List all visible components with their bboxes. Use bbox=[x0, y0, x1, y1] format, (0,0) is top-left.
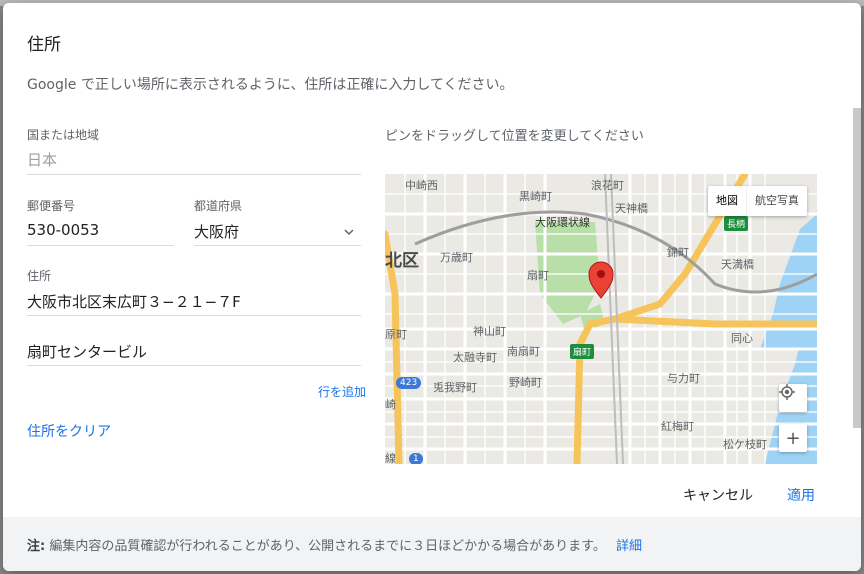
address-line1-field[interactable]: 大阪市北区末広町３−２１−７F bbox=[27, 291, 241, 312]
route-423-badge: 423 bbox=[396, 377, 422, 389]
address-label: 住所 bbox=[27, 269, 52, 283]
route-1-badge: 1 bbox=[409, 453, 423, 464]
map-label-saki: 崎 bbox=[385, 398, 396, 411]
map-label-haramachi: 原町 bbox=[385, 328, 407, 341]
prefecture-underline bbox=[194, 245, 361, 246]
map-view[interactable]: 中崎西 黒崎町 浪花町 天神橋 大阪環状線 長柄 北区 万歳町 扇町 錦町 天満… bbox=[385, 174, 817, 464]
map-label-sen: 線 bbox=[385, 452, 396, 464]
scrollbar[interactable] bbox=[853, 108, 861, 428]
map-label-tenjinbashi: 天神橋 bbox=[615, 202, 648, 215]
map-label-mansaicho: 万歳町 bbox=[440, 251, 473, 264]
address-line1-underline bbox=[27, 315, 361, 316]
postal-label: 郵便番号 bbox=[27, 199, 76, 213]
map-hint: ピンをドラッグして位置を変更してください bbox=[385, 129, 644, 144]
footer-note: 注: 編集内容の品質確認が行われることがあり、公開されるまでに３日ほどかかる場合… bbox=[3, 517, 861, 571]
my-location-button[interactable] bbox=[779, 384, 807, 412]
map-label-ougicho: 扇町 bbox=[527, 269, 549, 282]
map-label-taiyujicho: 太融寺町 bbox=[453, 351, 497, 364]
map-type-control: 地図 航空写真 bbox=[708, 186, 807, 216]
clear-address-link[interactable]: 住所をクリア bbox=[27, 421, 111, 441]
map-label-tenmabashi: 天満橋 bbox=[721, 258, 754, 271]
add-line-link[interactable]: 行を追加 bbox=[318, 383, 366, 400]
map-label-doshin: 同心 bbox=[731, 332, 753, 345]
map-label-namikicho: 浪花町 bbox=[591, 179, 624, 192]
map-label-nakazakinishi: 中崎西 bbox=[405, 179, 438, 192]
postal-underline bbox=[27, 245, 174, 246]
cancel-button[interactable]: キャンセル bbox=[683, 485, 753, 505]
my-location-icon bbox=[779, 384, 795, 400]
prefecture-select[interactable]: 大阪府 bbox=[194, 221, 239, 242]
map-label-minamiougicho: 南扇町 bbox=[507, 345, 540, 358]
country-field[interactable]: 日本 bbox=[27, 149, 57, 170]
map-roads bbox=[385, 174, 817, 464]
footer-note-label: 注: bbox=[27, 539, 46, 554]
footer-text: 注: 編集内容の品質確認が行われることがあり、公開されるまでに３日ほどかかる場合… bbox=[27, 535, 642, 554]
address-line2-field[interactable]: 扇町センタービル bbox=[27, 341, 147, 362]
map-label-nishikicho: 錦町 bbox=[667, 246, 689, 259]
dialog-title: 住所 bbox=[27, 35, 61, 55]
country-underline bbox=[27, 174, 361, 175]
zoom-in-button[interactable]: + bbox=[779, 424, 807, 452]
map-label-yoriki: 与力町 bbox=[667, 372, 700, 385]
address-dialog: 住所 Google で正しい場所に表示されるように、住所は正確に入力してください… bbox=[3, 3, 861, 571]
map-type-map-button[interactable]: 地図 bbox=[708, 186, 746, 216]
footer-note-body: 編集内容の品質確認が行われることがあり、公開されるまでに３日ほどかかる場合があり… bbox=[49, 539, 606, 554]
map-label-kurosakicho: 黒崎町 bbox=[519, 190, 552, 203]
chevron-down-icon[interactable] bbox=[343, 226, 355, 238]
apply-button[interactable]: 適用 bbox=[787, 485, 815, 505]
station-nagara: 長柄 bbox=[724, 216, 749, 231]
map-label-kenganajicho: 兎我野町 bbox=[433, 381, 477, 394]
dialog-subtitle: Google で正しい場所に表示されるように、住所は正確に入力してください。 bbox=[27, 77, 514, 93]
map-label-matsugaedacho: 松ケ枝町 bbox=[723, 438, 767, 451]
map-label-nozakicho: 野崎町 bbox=[509, 376, 542, 389]
prefecture-label: 都道府県 bbox=[194, 199, 243, 213]
map-type-satellite-button[interactable]: 航空写真 bbox=[746, 186, 807, 216]
map-label-kitaku: 北区 bbox=[385, 251, 419, 271]
details-link[interactable]: 詳細 bbox=[616, 539, 642, 554]
map-label-osaka-loop: 大阪環状線 bbox=[535, 216, 590, 229]
postal-field[interactable]: 530-0053 bbox=[27, 221, 99, 239]
station-ougicho: 扇町 bbox=[570, 344, 595, 359]
address-line2-underline bbox=[27, 365, 361, 366]
map-label-kamiyamacho: 神山町 bbox=[473, 325, 506, 338]
country-label: 国または地域 bbox=[27, 128, 100, 142]
map-label-koubaicho: 紅梅町 bbox=[661, 420, 694, 433]
